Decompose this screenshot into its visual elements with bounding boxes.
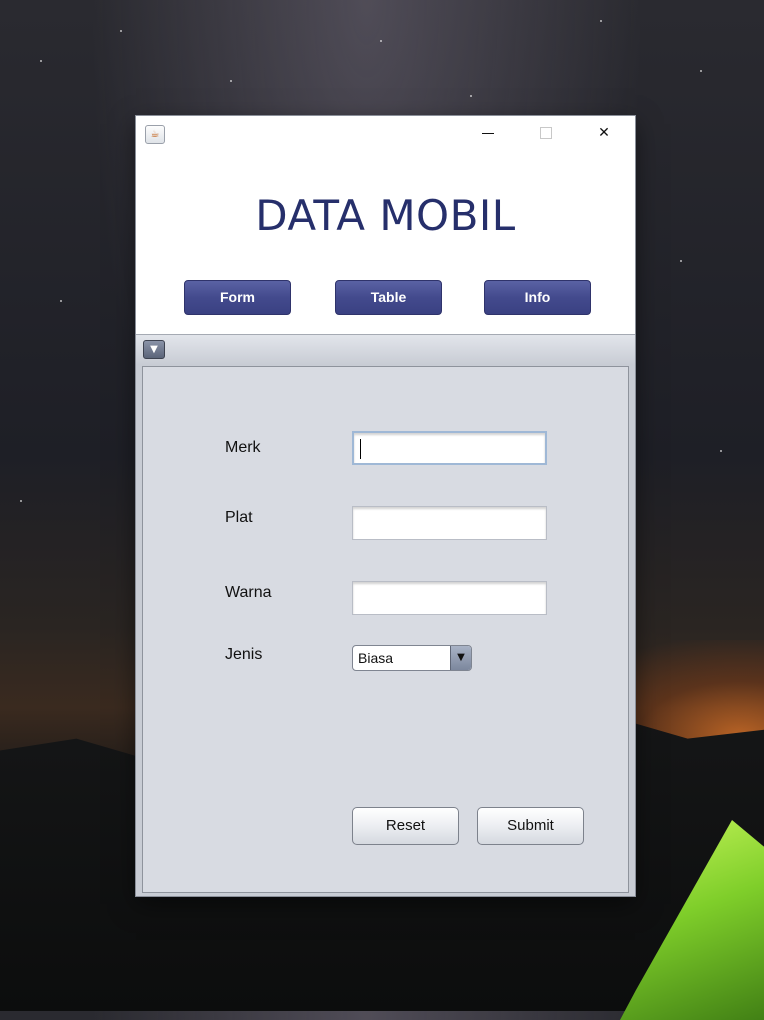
chevron-down-icon: ▼ <box>150 344 158 355</box>
form-panel: Merk Plat Warna Jenis Biasa ▼ Reset Subm… <box>136 364 635 896</box>
info-button[interactable]: Info <box>484 280 591 315</box>
collapse-button[interactable]: ▼ <box>143 340 165 359</box>
jenis-select[interactable]: Biasa ▼ <box>352 645 472 671</box>
text-caret <box>360 439 361 459</box>
maximize-button[interactable] <box>517 116 575 150</box>
app-window: ☕ ✕ DATA MOBIL Form Table Info ▼ Merk Pl… <box>136 116 635 896</box>
title-bar[interactable]: ☕ ✕ <box>136 116 635 150</box>
merk-label: Merk <box>225 439 261 456</box>
reset-button[interactable]: Reset <box>352 807 459 845</box>
jenis-label: Jenis <box>225 646 263 663</box>
panel-header: ▼ <box>136 334 635 365</box>
dropdown-arrow-glyph: ▼ <box>457 652 465 663</box>
form-panel-content: Merk Plat Warna Jenis Biasa ▼ Reset Subm… <box>142 366 629 893</box>
maximize-icon <box>540 127 552 139</box>
java-coffee-icon[interactable]: ☕ <box>145 125 165 144</box>
close-button[interactable]: ✕ <box>575 116 633 150</box>
form-button[interactable]: Form <box>184 280 291 315</box>
warna-input[interactable] <box>352 581 547 615</box>
merk-input[interactable] <box>352 431 547 465</box>
plat-input[interactable] <box>352 506 547 540</box>
minimize-button[interactable] <box>459 116 517 150</box>
submit-button[interactable]: Submit <box>477 807 584 845</box>
dropdown-arrow-icon[interactable]: ▼ <box>450 646 471 670</box>
plat-label: Plat <box>225 509 253 526</box>
page-title: DATA MOBIL <box>255 191 516 240</box>
warna-label: Warna <box>225 584 272 601</box>
minimize-icon <box>482 132 494 134</box>
table-button[interactable]: Table <box>335 280 442 315</box>
jenis-selected-value: Biasa <box>358 650 394 666</box>
close-icon: ✕ <box>598 125 610 141</box>
